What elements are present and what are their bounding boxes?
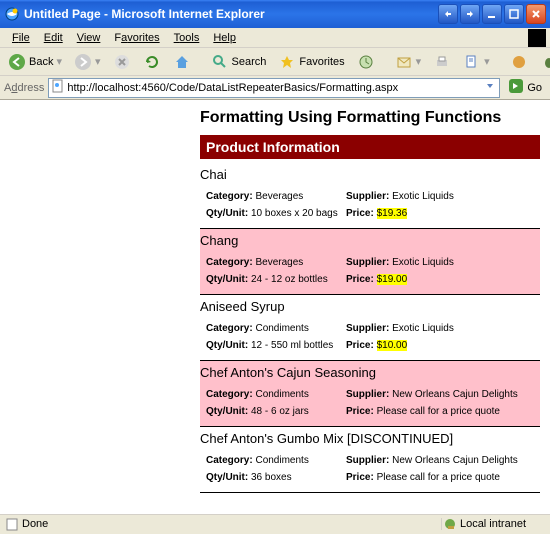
ie-icon — [4, 6, 20, 22]
menubar: File Edit View Favorites Tools Help — [0, 28, 550, 48]
menu-view[interactable]: View — [71, 30, 107, 46]
maximize-button[interactable] — [504, 4, 524, 24]
ext-button-2[interactable] — [460, 4, 480, 24]
product-item: Chef Anton's Cajun Seasoning Category: Co… — [200, 361, 540, 427]
ext-button-1[interactable] — [438, 4, 458, 24]
window-titlebar: Untitled Page - Microsoft Internet Explo… — [0, 0, 550, 28]
status-zone: Local intranet — [441, 518, 546, 530]
globe-icon — [510, 53, 528, 71]
back-label: Back — [29, 56, 53, 68]
history-icon — [357, 53, 375, 71]
stop-icon — [113, 53, 131, 71]
forward-icon — [74, 53, 92, 71]
favorites-icon — [278, 53, 296, 71]
ext-icon-2[interactable] — [536, 51, 550, 73]
window-buttons — [438, 4, 546, 24]
back-dropdown-icon: ▾ — [56, 55, 62, 68]
status-text: Done — [4, 518, 441, 530]
product-name: Aniseed Syrup — [200, 299, 540, 314]
minimize-button[interactable] — [482, 4, 502, 24]
history-button[interactable] — [353, 51, 379, 73]
bug-icon — [540, 53, 550, 71]
product-name: Chef Anton's Gumbo Mix [DISCONTINUED] — [200, 431, 540, 446]
address-label: Address — [4, 82, 44, 94]
section-header: Product Information — [200, 135, 540, 159]
toolbar: Back ▾ ▾ Search Favorites ▾ ▾ — [0, 48, 550, 76]
product-details: Category: BeveragesSupplier: Exotic Liqu… — [200, 188, 540, 222]
address-input[interactable]: http://localhost:4560/Code/DataListRepea… — [48, 78, 500, 98]
product-name: Chang — [200, 233, 540, 248]
print-button[interactable] — [429, 51, 455, 73]
product-item: Aniseed Syrup Category: CondimentsSupplie… — [200, 295, 540, 361]
product-details: Category: CondimentsSupplier: New Orlean… — [200, 386, 540, 420]
edit-icon — [463, 53, 481, 71]
addressbar: Address http://localhost:4560/Code/DataL… — [0, 76, 550, 100]
product-item: Chef Anton's Gumbo Mix [DISCONTINUED] Cat… — [200, 427, 540, 493]
refresh-button[interactable] — [139, 51, 165, 73]
search-button[interactable]: Search — [207, 51, 271, 73]
done-icon — [6, 518, 19, 531]
product-item: Chai Category: BeveragesSupplier: Exotic … — [200, 163, 540, 229]
edit-button[interactable]: ▾ — [459, 51, 494, 73]
mail-button[interactable]: ▾ — [391, 51, 426, 73]
address-url: http://localhost:4560/Code/DataListRepea… — [65, 82, 483, 94]
app-logo-icon — [528, 29, 546, 47]
home-icon — [173, 53, 191, 71]
search-label: Search — [232, 56, 267, 68]
mail-icon — [395, 53, 413, 71]
favorites-button[interactable]: Favorites — [274, 51, 348, 73]
go-label: Go — [527, 82, 542, 94]
product-details: Category: CondimentsSupplier: Exotic Liq… — [200, 320, 540, 354]
menu-file[interactable]: File — [6, 30, 36, 46]
statusbar: Done Local intranet — [0, 514, 550, 532]
content-area: Formatting Using Formatting Functions Pr… — [0, 100, 550, 514]
close-button[interactable] — [526, 4, 546, 24]
favorites-label: Favorites — [299, 56, 344, 68]
window-title: Untitled Page - Microsoft Internet Explo… — [24, 7, 438, 21]
search-icon — [211, 53, 229, 71]
forward-dropdown-icon: ▾ — [95, 55, 101, 68]
product-item: Chang Category: BeveragesSupplier: Exotic… — [200, 229, 540, 295]
back-button[interactable]: Back ▾ — [4, 51, 66, 73]
back-icon — [8, 53, 26, 71]
refresh-icon — [143, 53, 161, 71]
forward-button[interactable]: ▾ — [70, 51, 105, 73]
stop-button[interactable] — [109, 51, 135, 73]
home-button[interactable] — [169, 51, 195, 73]
page-icon — [51, 79, 65, 96]
zone-icon — [444, 518, 457, 531]
go-button[interactable]: Go — [504, 78, 546, 97]
menu-favorites[interactable]: Favorites — [108, 30, 165, 46]
address-dropdown-icon[interactable] — [483, 81, 497, 94]
product-details: Category: CondimentsSupplier: New Orlean… — [200, 452, 540, 486]
go-icon — [508, 78, 524, 97]
product-name: Chef Anton's Cajun Seasoning — [200, 365, 540, 380]
product-details: Category: BeveragesSupplier: Exotic Liqu… — [200, 254, 540, 288]
page-heading: Formatting Using Formatting Functions — [200, 109, 540, 127]
menu-help[interactable]: Help — [207, 30, 242, 46]
menu-edit[interactable]: Edit — [38, 30, 69, 46]
ext-icon-1[interactable] — [506, 51, 532, 73]
product-name: Chai — [200, 167, 540, 182]
menu-tools[interactable]: Tools — [168, 30, 206, 46]
print-icon — [433, 53, 451, 71]
